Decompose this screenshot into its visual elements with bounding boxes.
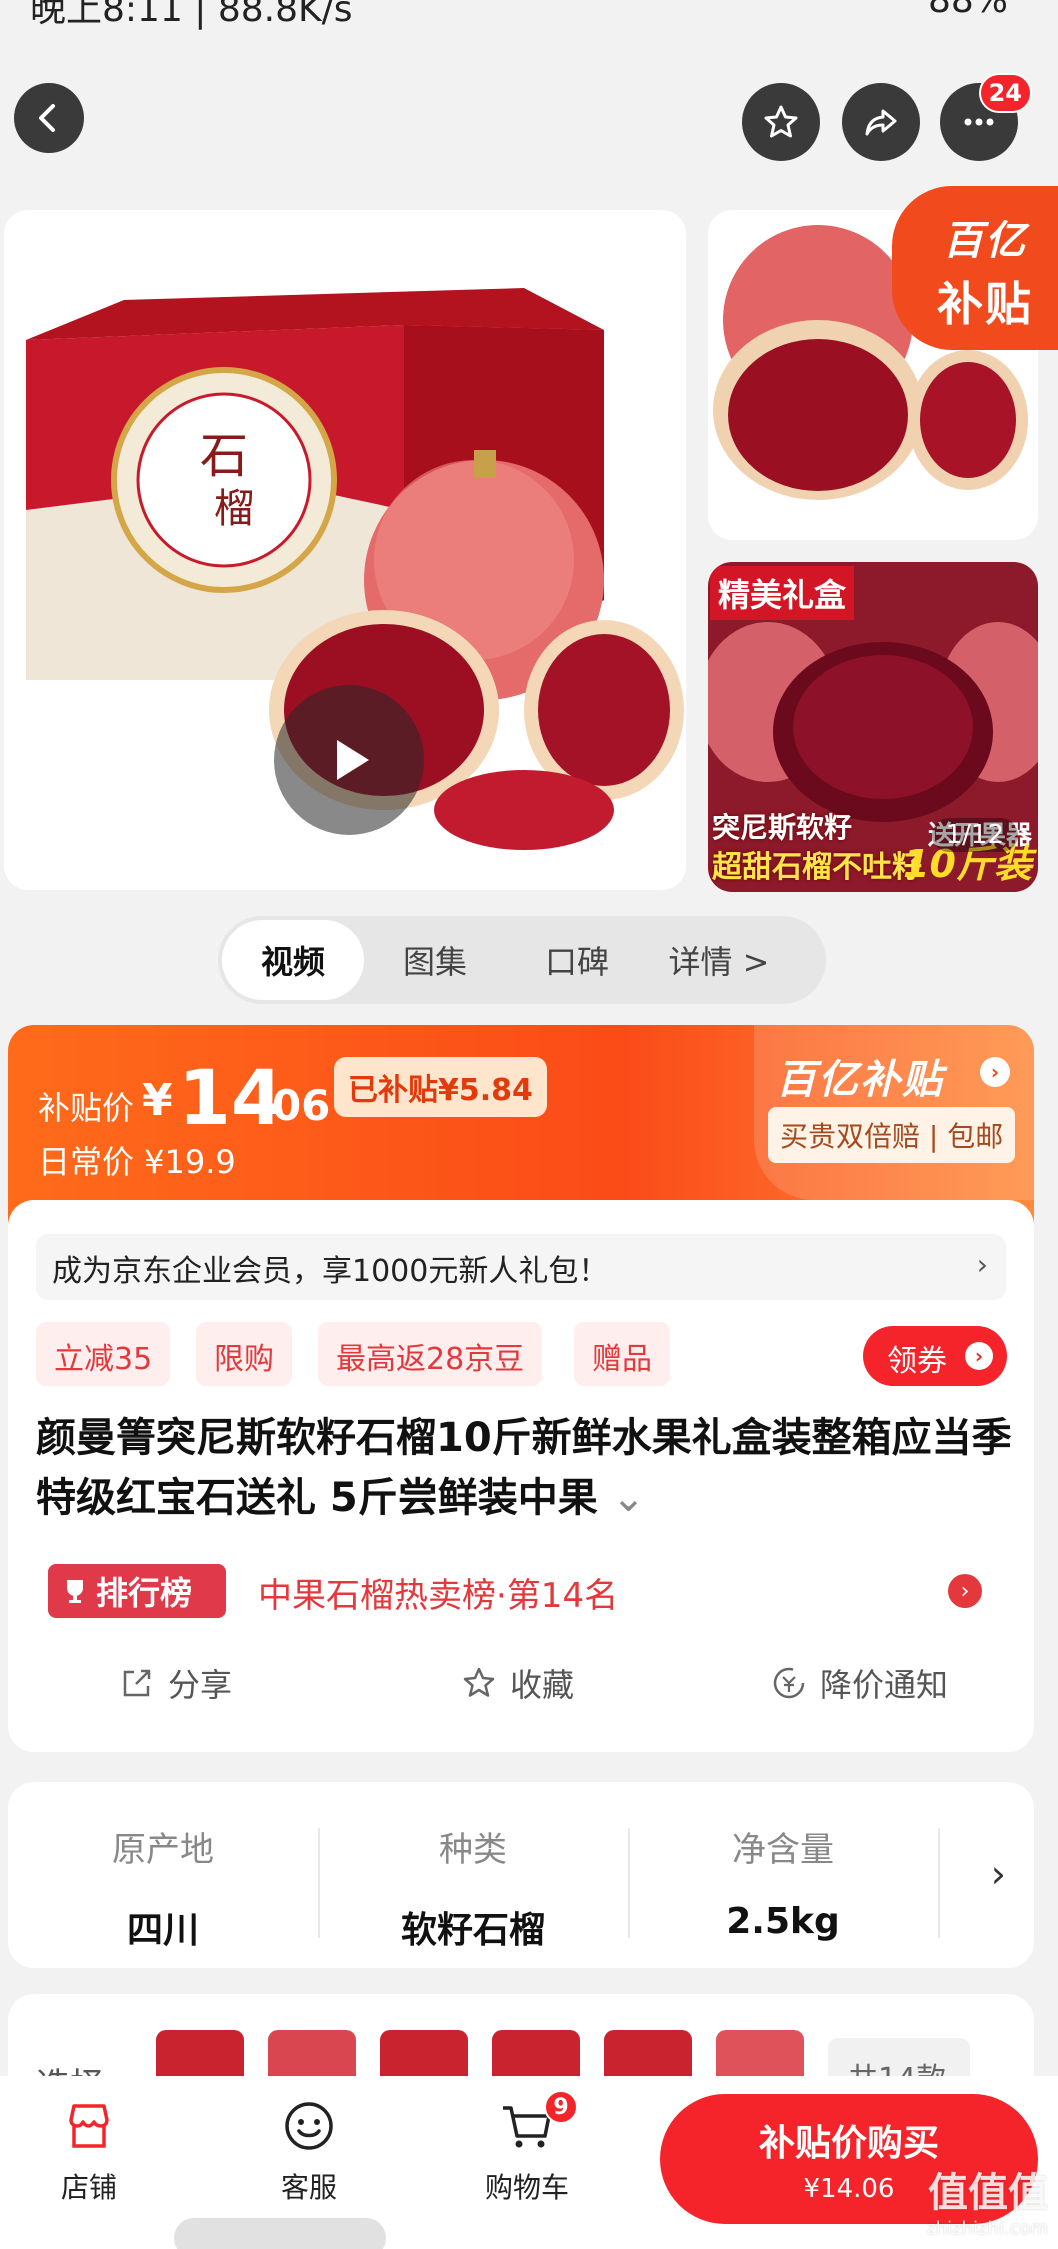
subsidy-price-banner[interactable]: 补贴价 ¥ 14 .06 已补贴¥5.84 日常价 ¥19.9 百亿补贴 › 买… [8, 1025, 1034, 1225]
trophy-icon [67, 1580, 83, 1603]
ranking-text[interactable]: 中果石榴热卖榜·第14名 [258, 1568, 618, 1617]
guarantee-label: 买贵双倍赔 | 包邮 [768, 1107, 1016, 1163]
share-label: 分享 [168, 1666, 233, 1704]
battery-level: 88% [927, 0, 1008, 21]
ranking-badge-label: 排行榜 [96, 1574, 193, 1612]
daily-price: 日常价 ¥19.9 [38, 1143, 236, 1181]
tab-reviews[interactable]: 口碑 [506, 920, 648, 1000]
service-label: 客服 [280, 2171, 337, 2204]
chevron-right-icon: › [965, 1342, 993, 1370]
share-icon [123, 1669, 151, 1697]
status-bar: 晚上8:11 | 88.8K/s 88% [0, 0, 1058, 30]
svg-text:石: 石 [200, 428, 248, 484]
subsidized-amount-chip: 已补贴¥5.84 [334, 1057, 547, 1117]
shop-button[interactable]: 店铺 [24, 2096, 154, 2206]
bottom-action-bar: 店铺 客服 9 购物车 补贴价购买 ¥14.06 [0, 2076, 1058, 2249]
chevron-right-icon: › [976, 1248, 988, 1281]
cart-count-badge: 9 [544, 2090, 578, 2124]
promo-text-variety: 突尼斯软籽 [712, 811, 853, 844]
play-video-button[interactable] [274, 685, 424, 835]
ranking-badge: 排行榜 [48, 1564, 226, 1618]
star-icon [764, 105, 798, 138]
shop-icon [69, 2104, 109, 2148]
get-coupon-button[interactable]: 领券 › [863, 1326, 1007, 1386]
promo-text-sweet: 超甜石榴不吐籽 [712, 850, 922, 885]
member-banner-text: 成为京东企业会员，享1000元新人礼包！ [52, 1254, 609, 1289]
attribute-net-weight: 净含量 2.5kg [638, 1822, 928, 1942]
main-product-video[interactable]: 石 榴 [4, 210, 686, 890]
divider [628, 1828, 630, 1938]
attribute-value: 四川 [126, 1910, 199, 1951]
chevron-left-icon [39, 104, 55, 132]
shop-label: 店铺 [60, 2171, 117, 2204]
smiley-chat-icon [285, 2102, 333, 2150]
coupon-label: 领券 [887, 1344, 947, 1379]
attribute-key: 种类 [439, 1830, 507, 1870]
chevron-right-icon[interactable]: › [948, 1574, 982, 1608]
watermark: 值值值 zhizhizhi.com [926, 2160, 1048, 2239]
price-alert-label: 降价通知 [820, 1666, 949, 1704]
product-title-text: 颜曼箐突尼斯软籽石榴10斤新鲜水果礼盒装整箱应当季特级红宝石送礼 5斤尝鲜装中果 [36, 1415, 1012, 1521]
attribute-key: 净含量 [732, 1830, 834, 1870]
customer-service-button[interactable]: 客服 [244, 2096, 374, 2206]
favorite-action[interactable]: 收藏 [460, 1660, 574, 1706]
product-info-card: 成为京东企业会员，享1000元新人礼包！ › 立减35 限购 最高返28京豆 赠… [8, 1200, 1034, 1752]
attribute-key: 原产地 [112, 1830, 214, 1870]
price-currency: ¥ [142, 1075, 173, 1126]
product-attributes[interactable]: 原产地 四川 种类 软籽石榴 净含量 2.5kg › [8, 1782, 1034, 1968]
play-icon [337, 740, 369, 780]
buy-label: 补贴价购买 [758, 2123, 939, 2164]
price-decimal: .06 [256, 1081, 331, 1130]
chevron-right-icon[interactable]: › [991, 1852, 1006, 1896]
gift-box-tag: 精美礼盒 [710, 566, 855, 620]
attribute-variety: 种类 软籽石榴 [328, 1822, 618, 1953]
share-arrow-icon [865, 109, 897, 136]
image-counter: 1/12 [931, 818, 1018, 852]
promo-tag-discount[interactable]: 立减35 [36, 1322, 171, 1386]
status-time: 晚上8:11 | 88.8K/s [30, 0, 353, 30]
promo-tag-gift[interactable]: 赠品 [574, 1322, 670, 1386]
home-indicator [174, 2218, 386, 2249]
subsidy-brand-logo: 百亿补贴 [776, 1057, 944, 1103]
divider [318, 1828, 320, 1938]
chevron-down-icon[interactable]: ⌄ [612, 1475, 646, 1521]
attribute-value: 2.5kg [726, 1901, 840, 1942]
enterprise-member-banner[interactable]: 成为京东企业会员，享1000元新人礼包！ › [36, 1234, 1006, 1300]
chevron-right-icon[interactable]: › [980, 1057, 1010, 1087]
message-count-badge: 24 [978, 73, 1032, 113]
svg-text:榴: 榴 [214, 486, 254, 532]
subsidy-price-label: 补贴价 [38, 1089, 135, 1127]
more-menu-button[interactable]: 24 [940, 73, 1032, 161]
share-button[interactable] [842, 83, 920, 161]
subsidy-corner-badge: 百亿 补贴 [892, 186, 1058, 350]
price-alert-action[interactable]: 降价通知 [770, 1660, 948, 1706]
favorite-button[interactable] [742, 83, 820, 161]
tab-video[interactable]: 视频 [222, 920, 364, 1000]
cart-label: 购物车 [484, 2171, 569, 2204]
attribute-origin: 原产地 四川 [18, 1822, 308, 1953]
watermark-logo: 值值值 [928, 2170, 1048, 2216]
cart-button[interactable]: 9 购物车 [462, 2090, 592, 2206]
subsidy-corner-line1: 百亿 [943, 218, 1027, 264]
tab-details[interactable]: 详情 > [648, 920, 790, 1000]
attribute-value: 软籽石榴 [400, 1910, 545, 1951]
media-tabs: 视频 图集 口碑 详情 > [218, 916, 826, 1004]
tab-gallery[interactable]: 图集 [364, 920, 506, 1000]
promo-tag-limit[interactable]: 限购 [196, 1322, 292, 1386]
divider [938, 1828, 940, 1938]
product-title[interactable]: 颜曼箐突尼斯软籽石榴10斤新鲜水果礼盒装整箱应当季特级红宝石送礼 5斤尝鲜装中果… [36, 1408, 1016, 1528]
share-action[interactable]: 分享 [118, 1660, 232, 1706]
star-icon [463, 1667, 495, 1697]
favorite-label: 收藏 [510, 1666, 575, 1704]
back-button[interactable] [14, 83, 84, 153]
promo-tag-beans[interactable]: 最高返28京豆 [318, 1322, 543, 1386]
gallery-thumb-2[interactable]: 精美礼盒 突尼斯软籽 超甜石榴不吐籽 送开果器 10斤装 1/12 [708, 562, 1038, 892]
price-drop-icon [773, 1667, 805, 1699]
subsidy-corner-line2: 补贴 [937, 277, 1033, 331]
watermark-url: zhizhizhi.com [926, 2218, 1048, 2239]
